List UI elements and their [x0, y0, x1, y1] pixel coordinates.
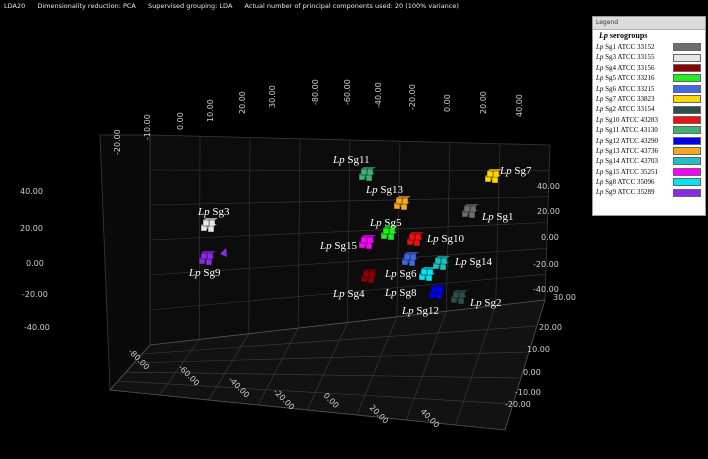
legend-item: Lp Sg2 ATCC 33154 [593, 104, 705, 114]
top-axis-tick: -20.00 [113, 129, 122, 155]
top-axis-tick: -40.00 [374, 82, 383, 108]
legend-swatch [673, 115, 701, 124]
legend-swatch [673, 157, 701, 166]
status-reduction: Dimensionality reduction: PCA [37, 2, 136, 10]
legend-swatch [673, 126, 701, 135]
depth-axis-tick: -10.00 [515, 388, 541, 397]
left-axis-tick: 40.00 [20, 187, 43, 196]
cluster-label: Lp Sg2 [469, 297, 502, 309]
left-axis-tick: -20.00 [22, 290, 48, 299]
legend-item: Lp Sg6 ATCC 33215 [593, 84, 705, 94]
legend-header: Legend [593, 17, 705, 30]
status-components: Actual number of principal components us… [244, 2, 459, 10]
cluster-label: Lp Sg15 [319, 240, 357, 252]
cluster-label: Lp Sg8 [384, 287, 417, 299]
top-axis-tick: 0.00 [443, 94, 452, 112]
status-grouping: Supervised grouping: LDA [147, 2, 233, 10]
legend-panel[interactable]: Legend Lp serogroups Lp Sg1 ATCC 33152 Lp… [592, 16, 706, 216]
left-axis-tick: 20.00 [20, 224, 43, 233]
legend-swatch [673, 147, 701, 156]
cluster-label: Lp Sg14 [454, 256, 492, 268]
legend-swatch [673, 136, 701, 145]
top-axis-tick: 0.00 [176, 112, 185, 130]
status-mode: LDA20 [4, 2, 26, 10]
legend-item: Lp Sg1 ATCC 33152 [593, 42, 705, 52]
left-axis-tick: 0.00 [26, 259, 44, 268]
depth-axis-tick: -20.00 [505, 400, 531, 409]
top-axis-tick: -10.00 [143, 114, 152, 140]
legend-item: Lp Sg7 ATCC 33823 [593, 94, 705, 104]
legend-item: Lp Sg9 ATCC 35289 [593, 187, 705, 197]
legend-swatch [673, 188, 701, 197]
legend-item: Lp Sg14 ATCC 43703 [593, 156, 705, 166]
cluster-label: Lp Sg7 [499, 165, 532, 177]
right-axis-tick: 40.00 [537, 182, 560, 191]
legend-item: Lp Sg13 ATCC 43736 [593, 146, 705, 156]
cluster-label: Lp Sg12 [401, 305, 439, 317]
left-axis-tick: -40.00 [24, 323, 50, 332]
top-axis-tick: 10.00 [206, 99, 215, 122]
cluster-label: Lp Sg9 [188, 267, 221, 279]
legend-swatch [673, 167, 701, 176]
right-axis-tick: 20.00 [537, 207, 560, 216]
legend-swatch [673, 105, 701, 114]
depth-axis-tick: 20.00 [539, 323, 562, 332]
top-axis-tick: -80.00 [311, 79, 320, 105]
legend-swatch [673, 43, 701, 52]
legend-list: Lp Sg1 ATCC 33152 Lp Sg3 ATCC 33155 Lp Sg4… [593, 42, 705, 198]
legend-swatch [673, 63, 701, 72]
legend-swatch [673, 95, 701, 104]
legend-item: Lp Sg15 ATCC 35251 [593, 167, 705, 177]
legend-item: Lp Sg4 ATCC 33156 [593, 63, 705, 73]
legend-swatch [673, 53, 701, 62]
cluster-label: Lp Sg3 [197, 206, 230, 218]
cluster-label: Lp Sg4 [332, 288, 365, 300]
top-axis-tick: 40.00 [515, 94, 524, 117]
cluster-label: Lp Sg6 [384, 268, 417, 280]
legend-swatch [673, 84, 701, 93]
legend-item: Lp Sg12 ATCC 43290 [593, 136, 705, 146]
legend-item: Lp Sg11 ATCC 43130 [593, 125, 705, 135]
depth-axis-tick: 10.00 [527, 345, 550, 354]
top-axis-tick: -20.00 [408, 84, 417, 110]
legend-item: Lp Sg8 ATCC 35096 [593, 177, 705, 187]
right-axis-tick: -20.00 [533, 260, 559, 269]
depth-axis-tick: 30.00 [553, 293, 576, 302]
right-axis-tick: 0.00 [541, 233, 559, 242]
top-axis-tick: 20.00 [479, 91, 488, 114]
cluster-label: Lp Sg10 [426, 233, 464, 245]
top-axis-tick: 20.00 [238, 91, 247, 114]
legend-item: Lp Sg5 ATCC 33216 [593, 73, 705, 83]
legend-item: Lp Sg3 ATCC 33155 [593, 52, 705, 62]
cluster-label: Lp Sg11 [332, 154, 370, 166]
legend-title: Lp serogroups [599, 31, 648, 40]
plot-grid [99, 134, 551, 431]
top-axis-tick: 30.00 [268, 85, 277, 108]
cluster-label: Lp Sg1 [481, 211, 514, 223]
legend-swatch [673, 178, 701, 187]
top-axis-tick: -60.00 [343, 79, 352, 105]
cluster-label: Lp Sg13 [365, 184, 403, 196]
legend-swatch [673, 74, 701, 83]
legend-item: Lp Sg10 ATCC 43283 [593, 115, 705, 125]
depth-axis-tick: 0.00 [523, 368, 541, 377]
cluster-label: Lp Sg5 [369, 217, 402, 229]
status-bar: LDA20 Dimensionality reduction: PCA Supe… [0, 0, 708, 12]
